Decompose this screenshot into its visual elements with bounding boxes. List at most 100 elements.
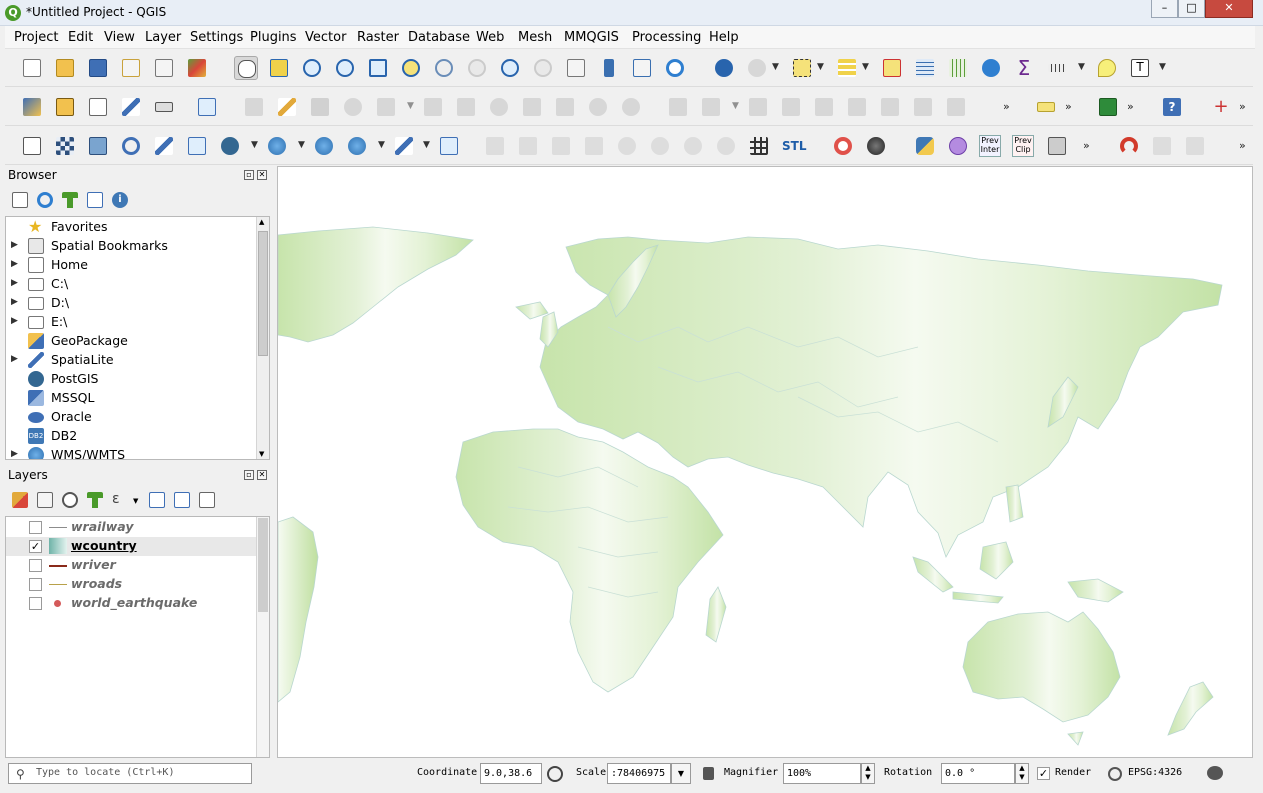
chevron-down-icon[interactable]: ▼ (133, 497, 138, 505)
add-wfs-icon[interactable] (345, 134, 369, 158)
edit-vertex-icon[interactable] (195, 95, 219, 119)
expand-all-icon[interactable] (149, 492, 165, 508)
statistical-summary-icon[interactable]: Σ (1012, 56, 1036, 80)
minimize-button[interactable]: – (1151, 0, 1178, 18)
layer-visibility-checkbox[interactable] (29, 559, 42, 572)
zoom-to-layer-icon[interactable] (432, 56, 456, 80)
measure-line-icon[interactable] (1045, 56, 1069, 80)
add-postgis-icon[interactable] (218, 134, 242, 158)
python-console-icon[interactable] (913, 134, 937, 158)
data-source-manager-icon[interactable] (20, 95, 44, 119)
expand-arrow-icon[interactable]: ▶ (11, 316, 18, 326)
raster-tool-4-icon[interactable] (582, 134, 606, 158)
browser-scrollbar[interactable]: ▲ ▼ (256, 217, 269, 459)
expand-arrow-icon[interactable]: ▶ (11, 240, 18, 250)
menu-vector[interactable]: Vector (305, 30, 346, 45)
add-spatialite-icon[interactable] (185, 134, 209, 158)
locator-search-input[interactable]: ⚲ Type to locate (Ctrl+K) (8, 763, 252, 784)
styling-panel-icon[interactable] (12, 492, 28, 508)
filter-legend-icon[interactable] (87, 492, 103, 508)
chevron-down-icon[interactable]: ▼ (407, 101, 414, 111)
layer-visibility-checkbox[interactable] (29, 578, 42, 591)
map-canvas[interactable] (277, 166, 1253, 758)
add-wms-icon[interactable] (265, 134, 289, 158)
zoom-next-icon[interactable] (531, 56, 555, 80)
keyboard-input-icon[interactable] (152, 95, 176, 119)
magnifier-spin-icon[interactable]: ▲ ▼ (861, 763, 875, 784)
add-group-icon[interactable] (37, 492, 53, 508)
menu-help[interactable]: Help (709, 30, 739, 45)
raster-tool-8-icon[interactable] (714, 134, 738, 158)
show-bookmarks-icon[interactable] (630, 56, 654, 80)
save-edits-icon[interactable] (308, 95, 332, 119)
close-panel-icon[interactable]: ✕ (257, 170, 267, 180)
layout-manager-icon[interactable] (152, 56, 176, 80)
browser-item-postgis[interactable]: PostGIS (6, 370, 258, 389)
scroll-up-icon[interactable]: ▲ (259, 218, 264, 226)
undo-icon[interactable] (586, 95, 610, 119)
globe-plugin-icon[interactable] (864, 134, 888, 158)
crs-label[interactable]: EPSG:4326 (1128, 767, 1182, 778)
collapse-all-layers-icon[interactable] (174, 492, 190, 508)
layer-visibility-checkbox[interactable]: ✓ (29, 540, 42, 553)
add-arcgis-icon[interactable] (437, 134, 461, 158)
identify-features-icon[interactable] (712, 56, 736, 80)
menu-web[interactable]: Web (476, 30, 504, 45)
copy-features-icon[interactable] (520, 95, 544, 119)
add-delimited-text-icon[interactable] (119, 134, 143, 158)
snapping-magnet-icon[interactable] (1117, 134, 1141, 158)
zoom-full-icon[interactable] (366, 56, 390, 80)
raster-tool-7-icon[interactable] (681, 134, 705, 158)
messages-icon[interactable] (1207, 766, 1223, 780)
zoom-in-icon[interactable] (300, 56, 324, 80)
digitize-line-icon[interactable] (119, 95, 143, 119)
help-contents-icon[interactable]: ? (1160, 95, 1184, 119)
new-vector-layer-icon[interactable] (20, 134, 44, 158)
menu-settings[interactable]: Settings (190, 30, 243, 45)
vertex-tool-icon[interactable] (374, 95, 398, 119)
select-features-icon[interactable] (790, 56, 814, 80)
grid-tool-icon[interactable] (747, 134, 771, 158)
close-button[interactable]: ✕ (1205, 0, 1253, 18)
move-feature-icon[interactable] (699, 95, 723, 119)
manage-themes-icon[interactable] (62, 492, 78, 508)
plugin-green-icon[interactable] (1096, 95, 1120, 119)
chevron-down-icon[interactable]: ▼ (817, 62, 824, 72)
zoom-to-selection-icon[interactable] (399, 56, 423, 80)
menu-raster[interactable]: Raster (357, 30, 399, 45)
chevron-down-icon[interactable]: ▼ (862, 62, 869, 72)
redo-icon[interactable] (619, 95, 643, 119)
new-project-icon[interactable] (20, 56, 44, 80)
crs-globe-icon[interactable] (1108, 767, 1122, 781)
label-tool-icon[interactable] (1034, 95, 1058, 119)
map-tips-icon[interactable] (1095, 56, 1119, 80)
chevron-down-icon[interactable]: ▼ (298, 140, 305, 150)
browser-item-mssql[interactable]: MSSQL (6, 389, 258, 408)
layer-row-wroads[interactable]: wroads (6, 575, 258, 594)
add-vector-layer-icon[interactable] (53, 95, 77, 119)
browser-item-db2[interactable]: DB2 DB2 (6, 427, 258, 446)
scale-field[interactable]: :78406975 (607, 763, 671, 784)
close-panel-icon[interactable]: ✕ (257, 470, 267, 480)
menu-project[interactable]: Project (14, 30, 58, 45)
open-project-icon[interactable] (53, 56, 77, 80)
browser-item-home[interactable]: ▶ Home (6, 256, 258, 275)
toolbar-overflow-icon[interactable]: » (1083, 139, 1090, 152)
browser-item-c-drive[interactable]: ▶ C:\ (6, 275, 258, 294)
layer-row-wrailway[interactable]: wrailway (6, 518, 258, 537)
chevron-down-icon[interactable]: ▼ (423, 140, 430, 150)
remove-layer-icon[interactable] (199, 492, 215, 508)
new-map-view-icon[interactable] (564, 56, 588, 80)
plugin-purple-icon[interactable] (946, 134, 970, 158)
attribute-table-icon[interactable] (913, 56, 937, 80)
cut-features-icon[interactable] (487, 95, 511, 119)
zoom-last-icon[interactable] (498, 56, 522, 80)
chevron-down-icon[interactable]: ▼ (1159, 62, 1166, 72)
browser-item-e-drive[interactable]: ▶ E:\ (6, 313, 258, 332)
layer-row-world-earthquake[interactable]: world_earthquake (6, 594, 258, 613)
toggle-editing-icon[interactable] (242, 95, 266, 119)
lifebuoy-plugin-icon[interactable] (831, 134, 855, 158)
fill-ring-icon[interactable] (878, 95, 902, 119)
print-icon[interactable] (1045, 134, 1069, 158)
layer-visibility-checkbox[interactable] (29, 521, 42, 534)
